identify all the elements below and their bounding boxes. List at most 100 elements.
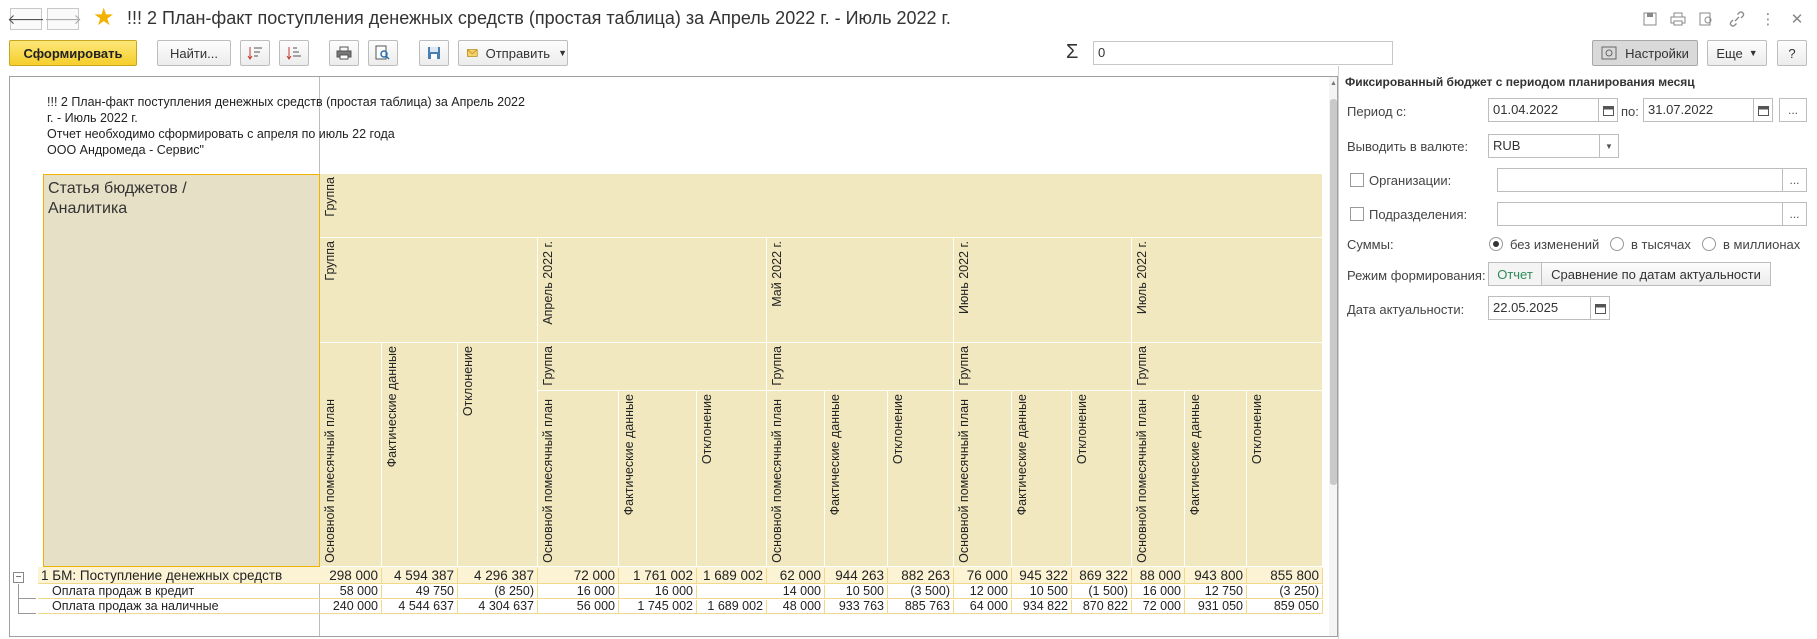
- period-to-input[interactable]: 31.07.2022: [1643, 98, 1754, 122]
- print-button[interactable]: [329, 40, 359, 66]
- col-label: Основной помесячный план: [1135, 399, 1149, 563]
- table-cell: 240 000: [320, 600, 382, 613]
- table-cell: 14 000: [767, 585, 825, 598]
- settings-label: Настройки: [1625, 45, 1689, 61]
- dept-label: Подразделения:: [1369, 207, 1468, 222]
- currency-select[interactable]: RUB: [1488, 134, 1600, 158]
- header-col-fact: Фактические данные: [1185, 391, 1247, 567]
- preview-button[interactable]: [368, 40, 398, 66]
- header-period-april: Апрель 2022 г.: [538, 238, 767, 343]
- table-cell: 58 000: [320, 585, 382, 598]
- header-col-dev: Отклонение: [697, 391, 767, 567]
- table-cell: 1 761 002: [619, 568, 697, 583]
- mode-compare-button[interactable]: Сравнение по датам актуальности: [1541, 262, 1771, 286]
- table-cell: (3 250): [1247, 585, 1323, 598]
- header-group-top: Группа: [320, 174, 1323, 238]
- table-cell: 62 000: [767, 568, 825, 583]
- expand-groups-button[interactable]: [240, 40, 270, 66]
- table-cell: 1 689 002: [697, 568, 767, 583]
- settings-button[interactable]: Настройки: [1592, 40, 1698, 66]
- date-input[interactable]: 22.05.2025: [1488, 296, 1591, 320]
- header-group-label: Группа: [957, 346, 971, 386]
- close-icon[interactable]: ✕: [1787, 9, 1807, 29]
- header-group-may: Группа: [767, 343, 954, 391]
- mode-report-button[interactable]: Отчет: [1488, 262, 1542, 286]
- help-button[interactable]: ?: [1777, 40, 1807, 66]
- find-button[interactable]: Найти...: [157, 40, 231, 66]
- header-col-fact: Фактические данные: [619, 391, 697, 567]
- dept-select-button[interactable]: ...: [1782, 202, 1807, 226]
- sums-option-label: в миллионах: [1723, 237, 1801, 252]
- col-label: Фактические данные: [385, 346, 399, 468]
- table-cell: (8 250): [458, 585, 538, 598]
- calendar-icon[interactable]: [1753, 98, 1773, 122]
- table-cell: 859 050: [1247, 600, 1323, 613]
- org-checkbox[interactable]: [1350, 173, 1364, 187]
- period-to-label: по:: [1621, 104, 1639, 119]
- col-label: Фактические данные: [622, 394, 636, 516]
- link-icon[interactable]: [1727, 9, 1747, 29]
- print-icon[interactable]: [1668, 9, 1688, 29]
- sums-radio-none[interactable]: [1489, 237, 1503, 251]
- more-label: Еще: [1716, 45, 1743, 61]
- sums-radio-thousands[interactable]: [1610, 237, 1624, 251]
- window-title: !!! 2 План-факт поступления денежных сре…: [127, 8, 951, 28]
- collapse-groups-button[interactable]: [279, 40, 309, 66]
- header-col-fact: Фактические данные: [825, 391, 888, 567]
- send-button[interactable]: Отправить ▼: [458, 40, 568, 66]
- period-label: Апрель 2022 г.: [541, 241, 555, 325]
- calendar-icon[interactable]: [1598, 98, 1618, 122]
- org-label: Организации:: [1369, 173, 1452, 188]
- report-header-line-1: !!! 2 План-факт поступления денежных сре…: [47, 95, 525, 109]
- collapse-toggle[interactable]: −: [13, 572, 24, 583]
- report-area[interactable]: !!! 2 План-факт поступления денежных сре…: [9, 76, 1338, 637]
- period-label: Июнь 2022 г.: [957, 241, 971, 315]
- forward-button[interactable]: 🡒: [44, 8, 82, 30]
- header-group-july: Группа: [1132, 343, 1323, 391]
- header-group-june: Группа: [954, 343, 1132, 391]
- row-name: Оплата продаж за наличные: [52, 599, 219, 613]
- dept-input[interactable]: [1497, 202, 1783, 226]
- table-cell: 4 304 637: [458, 600, 538, 613]
- more-button[interactable]: Еще ▼: [1707, 40, 1767, 66]
- org-input[interactable]: [1497, 168, 1783, 192]
- generate-button[interactable]: Сформировать: [9, 40, 137, 66]
- table-cell: 885 763: [888, 600, 954, 613]
- date-label: Дата актуальности:: [1347, 302, 1465, 317]
- sum-field[interactable]: 0: [1093, 41, 1393, 65]
- favorite-star-icon[interactable]: ★: [93, 6, 115, 30]
- org-select-button[interactable]: ...: [1782, 168, 1807, 192]
- title-bar: 🡐 🡒 ★ !!! 2 План-факт поступления денежн…: [0, 0, 1817, 40]
- save-icon[interactable]: [1640, 9, 1660, 29]
- col-label: Основной помесячный план: [323, 399, 337, 563]
- save-button[interactable]: [419, 40, 449, 66]
- sums-radio-millions[interactable]: [1702, 237, 1716, 251]
- corner-cell[interactable]: Статья бюджетов / Аналитика: [43, 174, 320, 567]
- table-cell: 76 000: [954, 568, 1012, 583]
- arrow-right-icon: 🡒: [44, 10, 82, 27]
- header-col-fact: Фактические данные: [382, 343, 458, 567]
- table-cell: 88 000: [1132, 568, 1185, 583]
- header-col-plan: Основной помесячный план: [320, 343, 382, 567]
- mode-label: Режим формирования:: [1347, 268, 1486, 283]
- table-cell: 931 050: [1185, 600, 1247, 613]
- col-label: Отклонение: [1250, 394, 1264, 465]
- more-vertical-icon[interactable]: ⋮: [1758, 9, 1778, 29]
- period-from-input[interactable]: 01.04.2022: [1488, 98, 1599, 122]
- header-col-plan: Основной помесячный план: [1132, 391, 1185, 567]
- header-period-may: Май 2022 г.: [767, 238, 954, 343]
- send-label: Отправить: [485, 45, 551, 61]
- period-select-button[interactable]: ...: [1779, 98, 1807, 122]
- envelope-icon: [467, 49, 478, 57]
- table-cell: 882 263: [888, 568, 954, 583]
- calendar-icon[interactable]: [1590, 296, 1610, 320]
- scrollbar-thumb[interactable]: [1330, 99, 1337, 485]
- header-group-label: Группа: [323, 241, 337, 281]
- scroll-up-icon[interactable]: ▲: [1329, 80, 1337, 87]
- dept-checkbox[interactable]: [1350, 207, 1364, 221]
- table-cell: 72 000: [1132, 600, 1185, 613]
- back-button[interactable]: 🡐: [7, 8, 45, 30]
- preview-icon[interactable]: [1696, 9, 1716, 29]
- chevron-down-icon[interactable]: ▼: [1599, 134, 1619, 158]
- table-cell: 12 750: [1185, 585, 1247, 598]
